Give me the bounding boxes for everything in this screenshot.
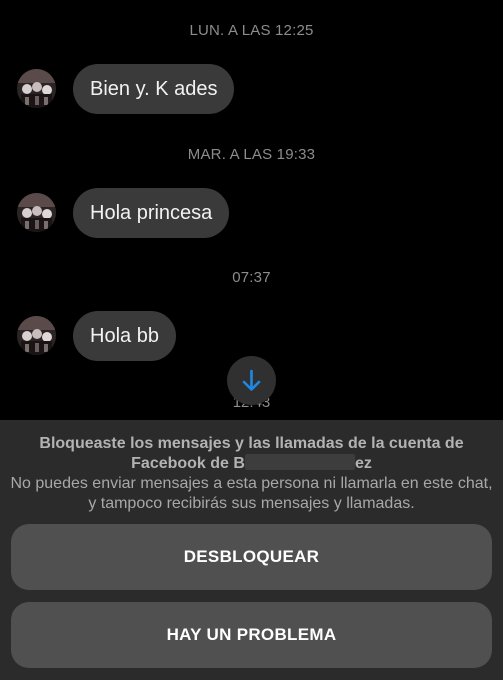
contact-avatar[interactable]: [17, 69, 56, 108]
unblock-button[interactable]: DESBLOQUEAR: [11, 524, 492, 590]
blocked-title-name-end: ez: [354, 455, 372, 472]
message-bubble[interactable]: Hola bb: [73, 311, 176, 361]
blocked-title-name: Facebook de B: [131, 455, 245, 472]
blocked-description: No puedes enviar mensajes a esta persona…: [10, 475, 493, 512]
message-row: Hola princesa: [0, 188, 503, 238]
chat-thread[interactable]: LUN. A LAS 12:25 Bien y. K ades MAR. A L…: [0, 0, 503, 420]
blocked-notice: Bloqueaste los mensajes y las llamadas d…: [10, 434, 493, 514]
blocked-title: Bloqueaste los mensajes y las llamadas d…: [10, 434, 493, 474]
redacted-name: [244, 454, 355, 470]
message-row: Hola bb: [0, 311, 503, 361]
message-row: Bien y. K ades: [0, 64, 503, 114]
message-timestamp: 07:37: [232, 269, 271, 286]
contact-avatar[interactable]: [17, 193, 56, 232]
contact-avatar[interactable]: [17, 316, 56, 355]
scroll-to-bottom-button[interactable]: [227, 356, 276, 405]
message-bubble[interactable]: Hola princesa: [73, 188, 230, 238]
report-problem-button[interactable]: HAY UN PROBLEMA: [11, 602, 492, 668]
message-timestamp: MAR. A LAS 19:33: [187, 146, 316, 163]
blocked-panel: Bloqueaste los mensajes y las llamadas d…: [0, 420, 503, 680]
message-bubble[interactable]: Bien y. K ades: [73, 64, 235, 114]
message-timestamp: LUN. A LAS 12:25: [189, 22, 314, 39]
arrow-down-icon: [242, 369, 261, 391]
blocked-title-line: Bloqueaste los mensajes y las llamadas d…: [39, 435, 464, 452]
